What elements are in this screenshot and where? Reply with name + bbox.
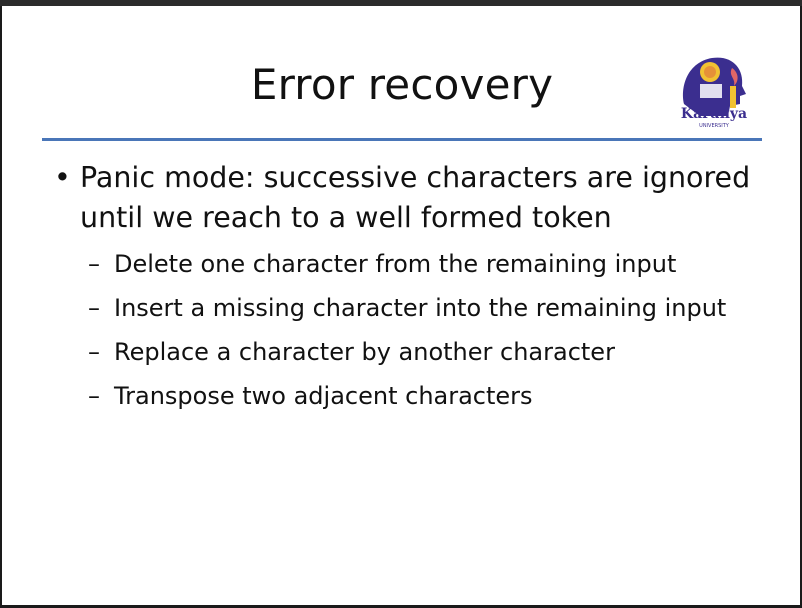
sub-bullet-marker: – <box>88 382 100 410</box>
sub-bullet-marker: – <box>88 338 100 366</box>
sub-bullet-text: Insert a missing character into the rema… <box>114 294 727 322</box>
bullet-text: Panic mode: successive characters are ig… <box>80 161 751 234</box>
sub-bullet-item: – Delete one character from the remainin… <box>88 242 774 286</box>
logo-subtext: UNIVERSITY <box>699 123 730 129</box>
sub-bullet-text: Replace a character by another character <box>114 338 615 366</box>
sub-bullet-text: Transpose two adjacent characters <box>114 382 533 410</box>
karunya-university-logo: Karunya UNIVERSITY <box>670 46 758 130</box>
bullet-list: • Panic mode: successive characters are … <box>54 158 774 418</box>
sub-bullet-item: – Transpose two adjacent characters <box>88 374 774 418</box>
slide: Error recovery Karunya UNIVERSITY • Pani… <box>0 6 802 608</box>
title-underline <box>42 138 762 141</box>
sub-bullet-item: – Insert a missing character into the re… <box>88 286 774 330</box>
sub-bullet-item: – Replace a character by another charact… <box>88 330 774 374</box>
bullet-item: • Panic mode: successive characters are … <box>54 158 774 238</box>
sub-bullet-marker: – <box>88 294 100 322</box>
sub-bullet-marker: – <box>88 250 100 278</box>
logo-text: Karunya <box>681 106 747 122</box>
sub-bullet-text: Delete one character from the remaining … <box>114 250 677 278</box>
sub-bullet-list: – Delete one character from the remainin… <box>54 242 774 418</box>
bullet-marker: • <box>54 161 71 194</box>
